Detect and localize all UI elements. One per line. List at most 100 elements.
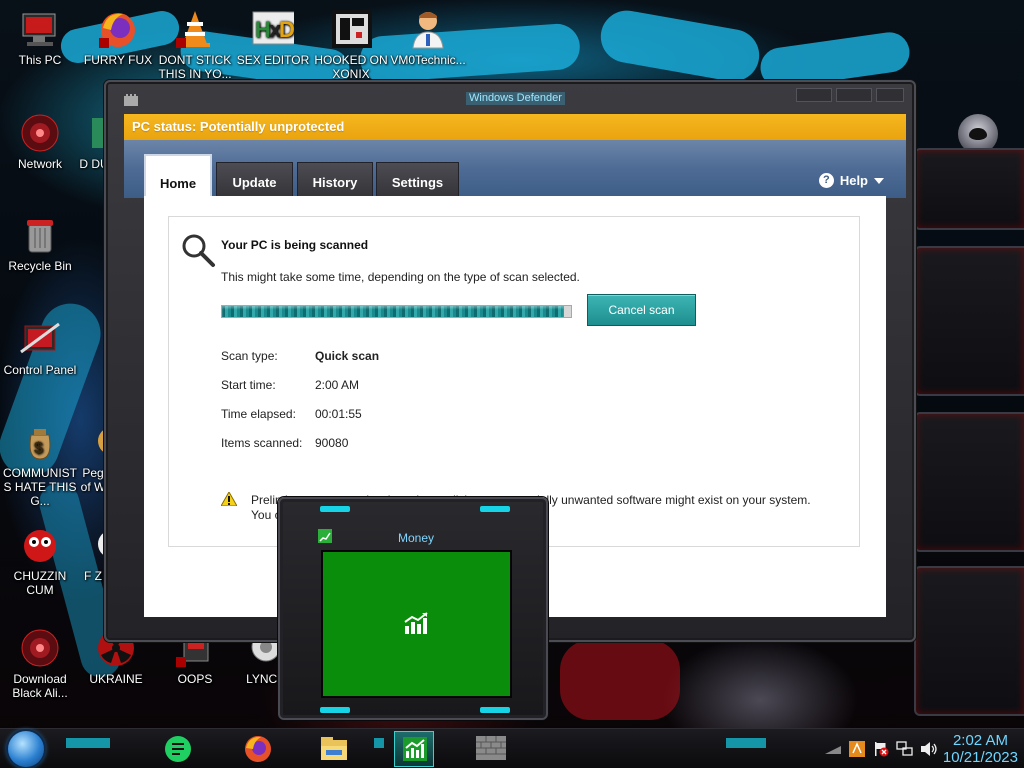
items-scanned-row: Items scanned: 90080 <box>221 436 348 450</box>
scan-progress-fill <box>222 306 565 317</box>
detail-key: Items scanned: <box>221 436 303 450</box>
money-app-icon <box>403 737 427 765</box>
desktop-icon-control-panel[interactable]: Control Panel <box>0 318 80 377</box>
close-button[interactable] <box>876 88 904 102</box>
chart-trend-icon <box>403 612 431 638</box>
tab-settings[interactable]: Settings <box>376 162 459 198</box>
desktop-icon-this-pc[interactable]: This PC <box>0 8 80 67</box>
money-tile[interactable] <box>321 550 512 698</box>
taskbar-app-money[interactable] <box>394 731 434 767</box>
money-bag-icon: $ <box>19 421 61 463</box>
volume-icon[interactable] <box>920 740 938 758</box>
desktop-icon-label: Recycle Bin <box>8 259 72 273</box>
tab-strip: Home Update History Settings ? Help <box>124 140 906 198</box>
chuzzle-icon <box>19 524 61 566</box>
tab-label: Home <box>159 176 197 191</box>
desktop-icon-label: SEX EDITOR <box>236 53 310 67</box>
sysmon-panel <box>914 566 1024 716</box>
show-desktop-icon[interactable] <box>824 740 842 758</box>
desktop-icon-label: FURRY FUX <box>83 53 153 67</box>
desktop-icon-hooked-on-xonix[interactable]: HOOKED ON XONIX <box>311 8 391 81</box>
desktop-icon-label: CHUZZIN CUM <box>13 569 67 597</box>
tab-home[interactable]: Home <box>144 154 212 198</box>
window-title: Windows Defender <box>466 92 565 105</box>
tab-label: History <box>312 175 358 190</box>
app-tray-icon[interactable] <box>848 740 866 758</box>
tab-update[interactable]: Update <box>216 162 293 198</box>
sysmon-panel <box>914 412 1024 552</box>
firefox-icon <box>97 8 139 50</box>
taskbar-clock[interactable]: 2:02 AM 10/21/2023 <box>943 732 1018 766</box>
detail-value: 00:01:55 <box>315 407 362 421</box>
tab-label: Settings <box>391 175 444 190</box>
desktop-icon-label: VM0Technic... <box>390 53 466 67</box>
computer-icon <box>19 8 61 50</box>
taskbar-decor <box>66 738 110 748</box>
taskbar-decor <box>726 738 766 748</box>
svg-text:$: $ <box>34 440 43 457</box>
firefox-icon <box>243 734 273 768</box>
desktop-icon-label: Download Black Ali... <box>12 672 68 700</box>
sysmon-panel <box>914 246 1024 396</box>
tab-label: Update <box>232 175 277 190</box>
desktop-icon-label: Control Panel <box>3 363 77 377</box>
action-center-flag-icon[interactable] <box>872 740 890 758</box>
maximize-button[interactable] <box>836 88 872 102</box>
help-menu[interactable]: ? Help <box>818 173 884 188</box>
brick-wall-icon <box>476 736 506 764</box>
cancel-scan-button[interactable]: Cancel scan <box>587 294 696 326</box>
taskbar-app-notes[interactable] <box>158 731 198 767</box>
window-titlebar[interactable]: Windows Defender <box>106 82 914 112</box>
desktop-icon-label: OOPS <box>177 672 213 686</box>
desktop-icon-dont-stick[interactable]: DONT STICK THIS IN YO... <box>155 8 235 81</box>
control-panel-icon <box>19 318 61 360</box>
money-widget-header: Money <box>318 529 514 547</box>
pc-status-bar: PC status: Potentially unprotected <box>124 114 906 140</box>
desktop-icon-vm0technic[interactable]: VM0Technic... <box>388 8 468 67</box>
folder-icon <box>320 736 348 766</box>
desktop-icon-sex-editor[interactable]: HxD SEX EDITOR <box>233 8 313 67</box>
detail-value: Quick scan <box>315 349 380 363</box>
taskbar-app-explorer[interactable] <box>314 731 354 767</box>
detail-value: 2:00 AM <box>315 378 360 392</box>
time-elapsed-row: Time elapsed: 00:01:55 <box>221 407 362 421</box>
vlc-cone-icon <box>174 8 216 50</box>
tab-history[interactable]: History <box>297 162 373 198</box>
hxd-icon: HxD <box>252 8 298 50</box>
start-time-row: Start time: 2:00 AM <box>221 378 359 392</box>
taskbar-app-firewall[interactable] <box>466 731 518 767</box>
scan-type-row: Scan type: Quick scan <box>221 349 379 363</box>
desktop-icon-download-black[interactable]: Download Black Ali... <box>0 627 80 700</box>
magnifier-icon <box>181 233 215 269</box>
taskbar-app-firefox[interactable] <box>238 731 278 767</box>
scan-description: This might take some time, depending on … <box>221 270 580 284</box>
scan-progress-bar <box>221 305 572 318</box>
clock-time: 2:02 AM <box>952 732 1008 749</box>
taskbar: 2:02 AM 10/21/2023 <box>0 728 1024 768</box>
desktop-icon-recycle-bin[interactable]: Recycle Bin <box>0 214 80 273</box>
desktop-icon-label: HOOKED ON XONIX <box>314 53 388 81</box>
svg-text:D: D <box>279 17 294 42</box>
widget-decor <box>320 707 350 713</box>
desktop-icon-label: Network <box>17 157 62 171</box>
chevron-down-icon <box>874 177 884 184</box>
desktop-icon-furry-fux[interactable]: FURRY FUX <box>78 8 158 67</box>
scan-title: Your PC is being scanned <box>221 238 369 252</box>
desktop-icon-chuzzin[interactable]: CHUZZIN CUM <box>0 524 80 597</box>
start-button[interactable] <box>8 731 44 767</box>
money-widget[interactable]: Money <box>278 497 548 720</box>
detail-key: Time elapsed: <box>221 407 296 421</box>
xonix-game-icon <box>330 8 372 50</box>
desktop-icon-communists[interactable]: $ COMMUNISTS HATE THIS G... <box>0 421 80 508</box>
network-icon[interactable] <box>896 740 914 758</box>
widget-decor <box>480 506 510 512</box>
sysmon-panel <box>914 148 1024 230</box>
system-tray <box>824 737 938 761</box>
widget-decor <box>320 506 350 512</box>
minimize-button[interactable] <box>796 88 832 102</box>
desktop-icon-network[interactable]: Network <box>0 112 80 171</box>
detail-key: Scan type: <box>221 349 278 363</box>
warning-icon <box>220 490 238 510</box>
clock-date: 10/21/2023 <box>942 749 1018 766</box>
widget-decor <box>480 707 510 713</box>
